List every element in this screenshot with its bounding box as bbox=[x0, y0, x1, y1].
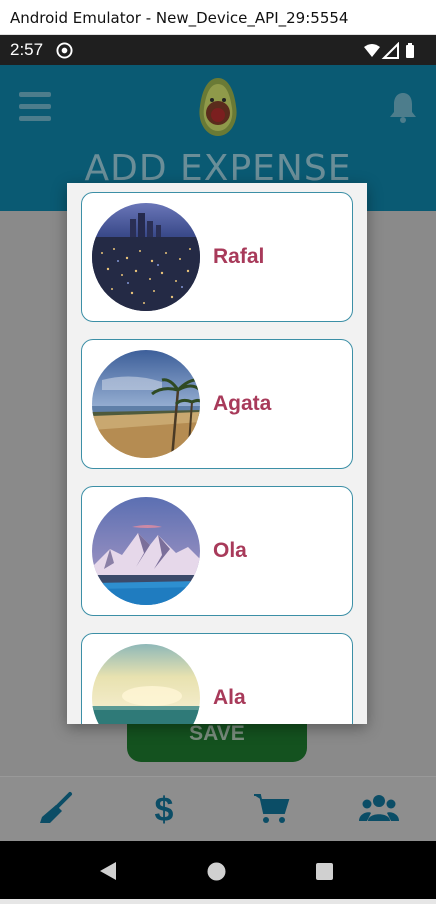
home-icon[interactable] bbox=[207, 862, 226, 881]
person-name: Ola bbox=[213, 539, 247, 562]
window-title: Android Emulator - New_Device_API_29:555… bbox=[10, 9, 349, 27]
emulator-title-bar: Android Emulator - New_Device_API_29:555… bbox=[0, 0, 436, 35]
person-card-ala[interactable]: Ala bbox=[81, 633, 353, 724]
broom-icon[interactable] bbox=[36, 791, 76, 825]
person-card-ola[interactable]: Ola bbox=[81, 486, 353, 616]
cart-icon[interactable] bbox=[252, 791, 292, 825]
status-bar: 2:57 bbox=[0, 35, 436, 65]
back-icon[interactable] bbox=[99, 861, 117, 881]
sync-notification-icon bbox=[56, 42, 73, 59]
person-name: Ala bbox=[213, 686, 246, 709]
dollar-icon[interactable]: $ bbox=[144, 791, 184, 825]
person-picker-dialog: Rafal Agata Ola Ala bbox=[67, 183, 367, 724]
person-card-rafal[interactable]: Rafal bbox=[81, 192, 353, 322]
city-night-photo bbox=[92, 203, 200, 311]
bottom-edge bbox=[0, 899, 436, 904]
person-name: Rafal bbox=[213, 245, 265, 268]
hamburger-menu-icon[interactable] bbox=[19, 92, 51, 122]
emulator-screen: Android Emulator - New_Device_API_29:555… bbox=[0, 0, 436, 904]
avocado-logo-icon bbox=[199, 78, 237, 136]
signal-icon bbox=[381, 42, 399, 59]
svg-text:$: $ bbox=[155, 791, 174, 825]
android-navigation-bar bbox=[0, 841, 436, 899]
ocean-sunset-photo bbox=[92, 644, 200, 724]
battery-icon bbox=[406, 43, 414, 58]
bottom-navigation: $ bbox=[0, 776, 436, 841]
tropical-beach-photo bbox=[92, 350, 200, 458]
wifi-icon bbox=[364, 44, 380, 57]
person-name: Agata bbox=[213, 392, 272, 415]
status-time: 2:57 bbox=[10, 40, 44, 59]
notifications-bell-icon[interactable] bbox=[388, 90, 418, 124]
group-icon[interactable] bbox=[359, 791, 399, 825]
person-card-agata[interactable]: Agata bbox=[81, 339, 353, 469]
snowy-mountain-photo bbox=[92, 497, 200, 605]
system-status-icons bbox=[364, 42, 414, 59]
recents-icon[interactable] bbox=[316, 863, 333, 880]
